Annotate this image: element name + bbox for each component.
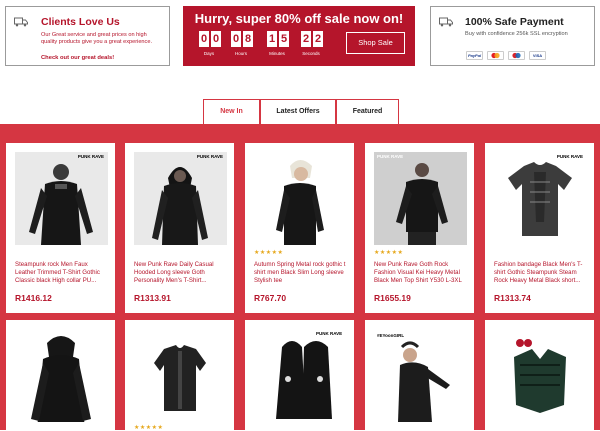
product-name[interactable]: Fashion bandage Black Men's T-shirt Goth… — [494, 261, 589, 286]
product-name[interactable]: New Punk Rave Daily Casual Hooded Long s… — [134, 261, 229, 286]
countdown-digit: 2 — [313, 31, 323, 47]
product-card[interactable]: PUNK RAVE — [245, 320, 354, 430]
great-deals-link[interactable]: Check out our great deals! — [41, 55, 114, 61]
product-card[interactable]: PUNK RAVE Steampunk rock Men Faux Leathe… — [6, 143, 115, 313]
tab-latest-offers[interactable]: Latest Offers — [260, 99, 336, 124]
product-card[interactable]: PUNK RAVE Fashion bandage Black Men's T-… — [485, 143, 594, 313]
product-card[interactable] — [485, 320, 594, 430]
tab-new-in[interactable]: New In — [203, 99, 260, 124]
model-figure-icon — [396, 163, 448, 245]
product-image[interactable] — [494, 329, 587, 422]
model-figure-icon — [276, 160, 324, 245]
visa-icon: VISA — [529, 51, 546, 60]
countdown-digit: 5 — [279, 31, 289, 47]
countdown-unit-hours: Hours — [234, 51, 247, 56]
product-price: R1416.12 — [15, 293, 52, 303]
product-image[interactable]: PUNK RAVE — [134, 152, 227, 245]
product-image[interactable] — [254, 152, 347, 245]
clients-love-us-box: Clients Love Us Our Great service and gr… — [5, 6, 170, 66]
product-price: R1655.19 — [374, 293, 411, 303]
product-card[interactable]: #EYoonGIRL — [365, 320, 474, 430]
product-card[interactable] — [6, 320, 115, 430]
hoodie-product-icon — [276, 341, 332, 419]
sale-banner: Hurry, super 80% off sale now on! 0 0 0 … — [183, 6, 415, 66]
clients-love-us-text: Our Great service and great prices on hi… — [41, 32, 153, 45]
product-price: R1313.91 — [134, 293, 171, 303]
countdown-digit: 0 — [211, 31, 221, 47]
countdown-unit-seconds: Seconds — [302, 51, 320, 56]
brand-label: PUNK RAVE — [377, 154, 404, 159]
brand-label: #EYoonGIRL — [377, 333, 405, 338]
brand-label: PUNK RAVE — [556, 154, 583, 159]
product-card[interactable]: ★★★★★ Autumn Spring Metal rock gothic t … — [245, 143, 354, 313]
clients-love-us-title: Clients Love Us — [41, 16, 120, 28]
product-name[interactable]: New Punk Rave Goth Rock Fashion Visual K… — [374, 261, 469, 286]
safe-payment-title: 100% Safe Payment — [465, 16, 564, 28]
product-image[interactable] — [15, 329, 108, 422]
vest-product-icon — [514, 339, 566, 413]
mastercard-logo-icon — [491, 52, 500, 59]
countdown-digit: 2 — [301, 31, 311, 47]
shop-sale-button[interactable]: Shop Sale — [346, 32, 405, 54]
safe-payment-text: Buy with confidence 256k SSL encryption — [465, 31, 568, 37]
brand-label: PUNK RAVE — [196, 154, 223, 159]
product-image[interactable]: PUNK RAVE — [374, 152, 467, 245]
safe-payment-box: 100% Safe Payment Buy with confidence 25… — [430, 6, 595, 66]
maestro-icon — [508, 51, 525, 60]
product-image[interactable]: PUNK RAVE — [494, 152, 587, 245]
model-figure-icon — [398, 341, 450, 422]
tshirt-product-icon — [508, 162, 572, 236]
product-price: R1313.74 — [494, 293, 531, 303]
product-name[interactable]: Autumn Spring Metal rock gothic t shirt … — [254, 261, 349, 286]
countdown-digit: 0 — [199, 31, 209, 47]
product-card[interactable]: PUNK RAVE New Punk Rave Daily Casual Hoo… — [125, 143, 234, 313]
product-image[interactable] — [134, 329, 227, 422]
truck-icon — [439, 17, 453, 27]
brand-label: PUNK RAVE — [316, 331, 343, 336]
product-price: R767.70 — [254, 293, 287, 303]
jacket-product-icon — [154, 345, 206, 411]
maestro-logo-icon — [512, 52, 521, 59]
truck-icon — [14, 17, 28, 27]
product-card[interactable]: ★★★★★ — [125, 320, 234, 431]
model-figure-icon — [29, 164, 93, 245]
sale-title: Hurry, super 80% off sale now on! — [194, 11, 404, 26]
rating-stars: ★★★★★ — [254, 250, 284, 256]
countdown-unit-minutes: Minutes — [269, 51, 285, 56]
rating-stars: ★★★★★ — [374, 250, 404, 256]
product-image[interactable]: PUNK RAVE — [254, 329, 347, 422]
paypal-icon: PayPal — [466, 51, 483, 60]
product-image[interactable]: #EYoonGIRL — [374, 329, 467, 422]
countdown-digit: 1 — [267, 31, 277, 47]
brand-label: PUNK RAVE — [77, 154, 104, 159]
model-figure-icon — [31, 336, 91, 422]
product-card[interactable]: PUNK RAVE ★★★★★ New Punk Rave Goth Rock … — [365, 143, 474, 313]
mastercard-icon — [487, 51, 504, 60]
countdown-unit-days: Days — [203, 51, 215, 56]
product-image[interactable]: PUNK RAVE — [15, 152, 108, 245]
tab-featured[interactable]: Featured — [336, 99, 399, 124]
promo-strip: Clients Love Us Our Great service and gr… — [0, 0, 600, 96]
countdown-digit: 0 — [231, 31, 241, 47]
product-name[interactable]: Steampunk rock Men Faux Leather Trimmed … — [15, 261, 110, 286]
model-figure-icon — [152, 167, 208, 245]
countdown-digit: 8 — [243, 31, 253, 47]
